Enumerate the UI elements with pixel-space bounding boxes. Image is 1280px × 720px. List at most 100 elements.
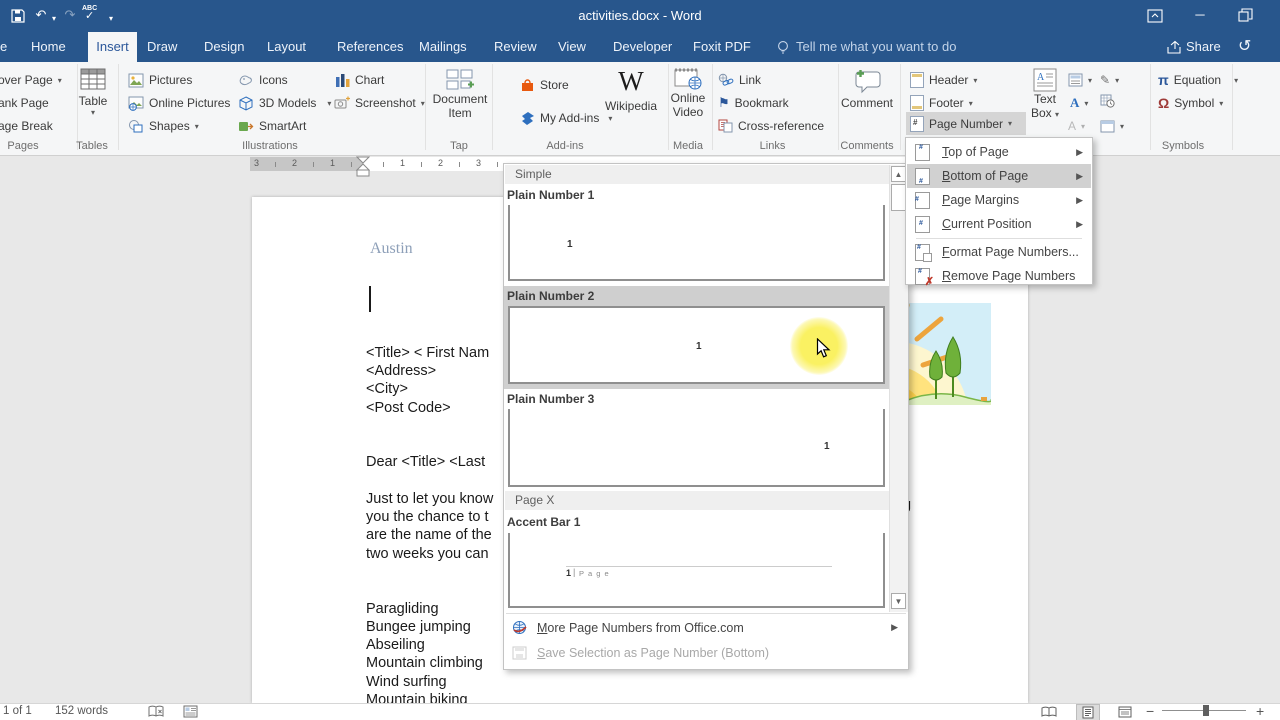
tab-layout[interactable]: Layout [267, 32, 306, 62]
zoom-in-button[interactable]: + [1256, 703, 1264, 719]
text-box-button[interactable]: A Text Box ▾ [1026, 68, 1064, 120]
gallery-item-accent-bar-1[interactable]: 1 | P a g e [508, 533, 885, 608]
tab-review[interactable]: Review [494, 32, 537, 62]
bookmark-icon: ⚑ [718, 95, 730, 110]
tab-file-fragment[interactable]: e [0, 32, 8, 62]
my-addins-button[interactable]: My Add-ins ▾ [520, 108, 612, 128]
pages-group-label: Pages [7, 140, 39, 152]
blank-page-button[interactable]: ank Page [0, 93, 49, 113]
gallery-item-plain-number-3[interactable]: 1 [508, 409, 885, 487]
zoom-out-button[interactable]: − [1146, 703, 1154, 719]
header-button[interactable]: Header ▾ [910, 70, 977, 90]
shapes-label: Shapes [149, 119, 190, 133]
tab-mailings[interactable]: Mailings [419, 32, 467, 62]
shapes-button[interactable]: Shapes ▾ [128, 116, 199, 136]
signature-line-button[interactable]: ✎ ▾ [1100, 70, 1119, 90]
web-layout-button[interactable] [1114, 704, 1136, 719]
tab-home[interactable]: Home [31, 32, 66, 62]
footer-button[interactable]: Footer ▾ [910, 93, 973, 113]
chart-button[interactable]: Chart [334, 70, 384, 90]
text-box-label-2: Box ▾ [1030, 106, 1060, 120]
current-position-icon: # [915, 215, 930, 233]
drop-cap-button[interactable]: A ▾ [1068, 116, 1085, 136]
share-button[interactable]: Share [1186, 32, 1221, 62]
date-time-button[interactable] [1100, 94, 1115, 108]
read-mode-button[interactable] [1038, 704, 1060, 719]
comment-label: Comment [840, 96, 893, 110]
cover-page-dropdown-icon: ▾ [57, 75, 62, 85]
bookmark-button[interactable]: ⚑ Bookmark [718, 93, 789, 113]
ruler-tick [351, 162, 352, 167]
salutation-line: Dear <Title> <Last [366, 454, 486, 470]
cross-reference-button[interactable]: Cross-reference [718, 116, 824, 136]
pictures-button[interactable]: Pictures [128, 70, 192, 90]
equation-button[interactable]: π Equation ▾ [1158, 70, 1238, 90]
page-number-button[interactable]: # Page Number ▾ [906, 112, 1026, 135]
document-item-icon [446, 69, 474, 90]
comment-button[interactable]: Comment [838, 68, 896, 110]
wikipedia-button[interactable]: W Wikipedia [600, 66, 662, 113]
page-number-dropdown-icon: ▾ [1008, 119, 1013, 128]
indent-markers[interactable] [356, 156, 370, 178]
quick-parts-button[interactable]: ▾ [1068, 70, 1092, 90]
link-button[interactable]: Link [718, 70, 761, 90]
proofing-status-icon[interactable] [148, 705, 164, 718]
online-pictures-button[interactable]: Online Pictures [128, 93, 230, 113]
wordart-dropdown-icon: ▾ [1084, 98, 1089, 108]
icons-button[interactable]: Icons [238, 70, 288, 90]
screenshot-button[interactable]: Screenshot ▾ [334, 93, 425, 113]
symbol-button[interactable]: Ω Symbol ▾ [1158, 93, 1223, 113]
tab-design[interactable]: Design [204, 32, 244, 62]
menu-item-bottom-of-page[interactable]: # Bottom of Page ▶ [907, 164, 1091, 188]
table-button[interactable]: Table ▾ [73, 68, 113, 117]
online-video-button[interactable]: Online Video [664, 68, 712, 119]
object-button[interactable]: ▾ [1100, 116, 1124, 136]
clipart-image[interactable] [905, 303, 991, 405]
gallery-scroll-up-button[interactable]: ▲ [891, 166, 906, 182]
ruler-tick [459, 162, 460, 167]
smartart-button[interactable]: SmartArt [238, 116, 306, 136]
more-page-numbers-item[interactable]: More Page Numbers from Office.com ▶ [504, 615, 906, 640]
cover-page-button[interactable]: over Page ▾ [0, 70, 62, 90]
tab-foxit-pdf[interactable]: Foxit PDF [693, 32, 751, 62]
pictures-icon [128, 73, 144, 87]
menu-item-format-page-numbers[interactable]: # Format Page Numbers... [907, 240, 1091, 264]
save-icon[interactable] [10, 8, 26, 24]
document-item-button[interactable]: Document Item [432, 68, 488, 120]
tab-references[interactable]: References [337, 32, 403, 62]
store-button[interactable]: Store [520, 75, 569, 95]
macro-recording-icon[interactable] [183, 705, 198, 718]
bottom-of-page-icon: # [915, 167, 930, 185]
menu-item-remove-page-numbers[interactable]: # ✗ Remove Page Numbers [907, 264, 1091, 288]
print-layout-button[interactable] [1076, 704, 1100, 720]
wordart-button[interactable]: A ▾ [1070, 93, 1088, 113]
menu-item-page-margins[interactable]: # Page Margins ▶ [907, 188, 1091, 212]
ribbon-display-options-icon[interactable] [1147, 8, 1163, 24]
history-icon[interactable]: ↺ [1238, 32, 1251, 62]
3d-models-button[interactable]: 3D Models ▾ [238, 93, 331, 113]
page-break-button[interactable]: age Break [0, 116, 53, 136]
screenshot-label: Screenshot [355, 96, 416, 110]
gallery-scrollbar-thumb[interactable] [891, 184, 906, 211]
object-dropdown-icon: ▾ [1120, 121, 1125, 131]
office-com-globe-icon [513, 621, 527, 634]
gallery-scroll-down-button[interactable]: ▼ [891, 593, 906, 609]
tab-insert[interactable]: Insert [88, 32, 137, 62]
tab-draw[interactable]: Draw [147, 32, 177, 62]
gallery-item-plain-number-1[interactable]: 1 [508, 205, 885, 281]
tab-developer[interactable]: Developer [613, 32, 672, 62]
address-line: <Post Code> [366, 400, 451, 416]
screenshot-icon [334, 96, 350, 108]
wikipedia-icon: W [618, 66, 644, 96]
word-count-indicator[interactable]: 152 words [55, 705, 108, 717]
save-selection-item[interactable]: Save Selection as Page Number (Bottom) [504, 640, 906, 665]
tab-view[interactable]: View [558, 32, 586, 62]
zoom-slider-thumb[interactable] [1203, 705, 1209, 716]
pictures-label: Pictures [149, 73, 193, 87]
page-count-indicator[interactable]: 1 of 1 [3, 705, 32, 717]
tell-me-box[interactable]: Tell me what you want to do [796, 32, 956, 62]
restore-button[interactable] [1238, 8, 1253, 23]
minimize-button[interactable]: ─ [1192, 7, 1208, 23]
menu-item-top-of-page[interactable]: # Top of Page ▶ [907, 140, 1091, 164]
menu-item-current-position[interactable]: # Current Position ▶ [907, 212, 1091, 236]
